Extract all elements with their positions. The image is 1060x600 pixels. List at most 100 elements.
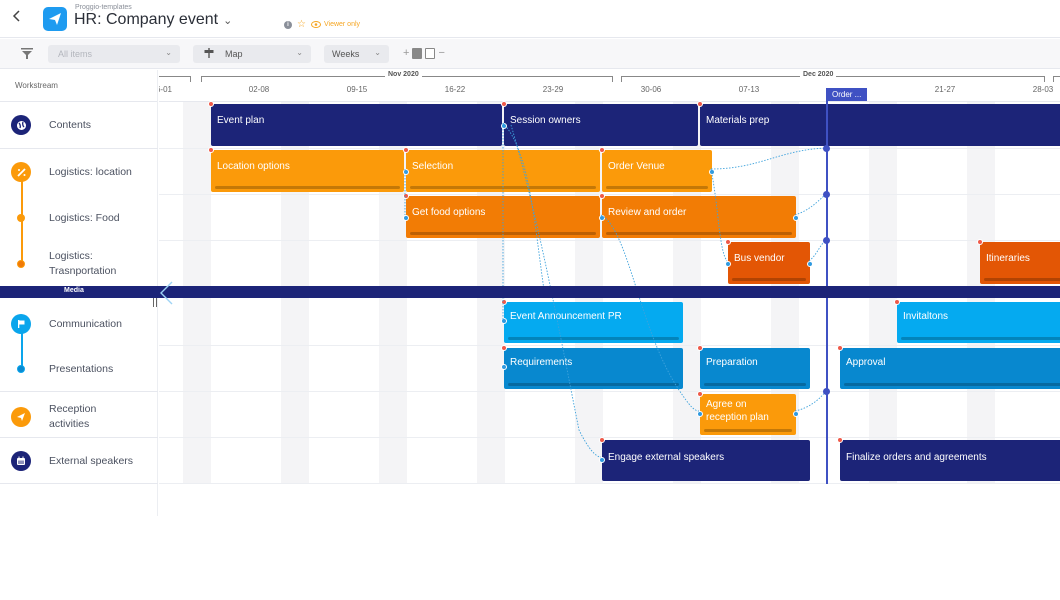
collapse-sidebar-icon[interactable] [156, 280, 174, 311]
row-line [159, 437, 1060, 438]
viewer-only-label: Viewer only [323, 21, 361, 28]
task-bar[interactable]: Requirements [501, 345, 683, 389]
task-bar[interactable]: Bus vendor [725, 239, 813, 284]
milestone-dot[interactable] [823, 237, 830, 244]
workstream-external-speakers[interactable]: External speakers [0, 449, 158, 473]
start-marker [977, 239, 983, 245]
month-bracket-jan [1053, 76, 1060, 82]
dependency-in-handle[interactable] [403, 215, 409, 221]
zoom-in-button[interactable]: + [403, 47, 409, 59]
eye-icon [310, 21, 321, 28]
paper-plane-icon [11, 407, 31, 427]
start-marker [697, 391, 703, 397]
current-marker-flag[interactable]: Order ... [826, 88, 868, 101]
progress-bar [704, 383, 806, 386]
task-bar[interactable]: Get food options [403, 193, 600, 238]
milestone-dot[interactable] [823, 388, 830, 395]
task-bar[interactable]: Engage external speakers [599, 437, 810, 481]
workstream-dot [17, 260, 25, 268]
back-button[interactable] [12, 9, 26, 29]
dependency-in-handle[interactable] [501, 318, 507, 324]
view-value: Map [225, 49, 243, 59]
task-bar[interactable]: Materials prep [697, 101, 1060, 146]
task-bar[interactable]: Location options [208, 147, 404, 192]
zoom-out-button[interactable]: − [438, 47, 444, 59]
task-bar[interactable]: Itineraries [977, 239, 1060, 284]
dependency-in-handle[interactable] [501, 364, 507, 370]
task-bar[interactable]: Approval [837, 345, 1060, 389]
progress-bar [410, 232, 596, 235]
dependency-in-handle[interactable] [403, 169, 409, 175]
week-label: 09-15 [346, 85, 368, 94]
task-label: Approval [846, 357, 886, 368]
task-bar[interactable]: Event Announcement PR [501, 299, 683, 343]
dependency-in-handle[interactable] [697, 411, 703, 417]
workstream-label: Contents [49, 118, 92, 131]
task-bar[interactable]: Preparation [697, 345, 810, 389]
task-bar[interactable]: Selection [403, 147, 600, 192]
progress-bar [984, 278, 1060, 281]
workstream-logistics-transportation[interactable]: Logistics: Trasnportation [0, 247, 158, 281]
filter-icon[interactable] [21, 47, 33, 65]
items-filter-select[interactable]: All items ⌄ [48, 45, 180, 63]
info-icon[interactable]: i [284, 20, 292, 29]
workstream-label: Logistics: Food [49, 211, 120, 224]
task-bar[interactable]: Event plan [208, 101, 502, 146]
project-title-text: HR: Company event [74, 11, 219, 28]
row-line [159, 391, 1060, 392]
dependency-out-handle[interactable] [793, 411, 799, 417]
dependency-out-handle[interactable] [709, 169, 715, 175]
milestone-dot[interactable] [823, 145, 830, 152]
workstream-reception-activities[interactable]: Reception activities [0, 400, 158, 434]
workstream-label: Presentations [49, 362, 114, 375]
timeline-header: Nov 2020 Dec 2020 26-01 02-08 09-15 16-2… [159, 70, 1060, 102]
dependency-in-handle[interactable] [599, 457, 605, 463]
task-label: Order Venue [608, 161, 665, 172]
week-label: 02-08 [248, 85, 270, 94]
task-bar[interactable]: Invitaltons [894, 299, 1060, 343]
calendar-fit-icon[interactable] [425, 47, 436, 59]
task-bar[interactable]: Order Venue [599, 147, 715, 192]
task-label: Agree on reception plan [706, 399, 769, 423]
task-bar[interactable]: Finalize orders and agreements [837, 437, 1060, 481]
start-marker [837, 345, 843, 351]
week-label: 21-27 [934, 85, 956, 94]
view-select[interactable]: Map ⌄ [193, 45, 311, 63]
dependency-out-handle[interactable] [793, 215, 799, 221]
task-bar[interactable]: Review and order [599, 193, 799, 238]
task-label: Get food options [412, 207, 486, 218]
workstream-logistics-food[interactable]: Logistics: Food [0, 206, 158, 230]
workstream-communication[interactable]: Communication [0, 312, 158, 336]
dependency-in-handle[interactable] [725, 261, 731, 267]
dependency-in-handle[interactable] [501, 123, 507, 129]
breadcrumb[interactable]: Proggio-templates [75, 4, 132, 11]
workstream-logistics-location[interactable]: Logistics: location [0, 160, 158, 184]
workstream-label: Reception activities [49, 403, 97, 430]
project-title[interactable]: HR: Company event ⌄ [74, 11, 232, 29]
task-bar[interactable]: Agree on reception plan [697, 391, 799, 435]
progress-bar [215, 186, 400, 189]
star-icon[interactable]: ☆ [297, 19, 306, 30]
start-marker [208, 101, 214, 107]
sidebar-resize-handle[interactable] [153, 298, 157, 307]
task-label: Review and order [608, 207, 687, 218]
start-marker [403, 193, 409, 199]
workstream-presentations[interactable]: Presentations [0, 357, 158, 381]
scale-select[interactable]: Weeks ⌄ [324, 45, 389, 63]
gantt-timeline: Nov 2020 Dec 2020 26-01 02-08 09-15 16-2… [159, 70, 1060, 484]
flag-icon [11, 314, 31, 334]
divider [0, 437, 158, 438]
dependency-out-handle[interactable] [807, 261, 813, 267]
task-bar[interactable]: Session owners [501, 101, 698, 146]
row-line [159, 345, 1060, 346]
calendar-today-icon[interactable] [412, 47, 423, 59]
task-label: Engage external speakers [608, 452, 725, 463]
chevron-down-icon: ⌄ [165, 48, 172, 57]
milestone-dot[interactable] [823, 191, 830, 198]
task-label: Materials prep [706, 115, 770, 126]
dependency-in-handle[interactable] [599, 215, 605, 221]
progress-bar [844, 383, 1060, 386]
week-label: 30-06 [640, 85, 662, 94]
week-label: 07-13 [738, 85, 760, 94]
workstream-contents[interactable]: Contents [0, 113, 158, 137]
